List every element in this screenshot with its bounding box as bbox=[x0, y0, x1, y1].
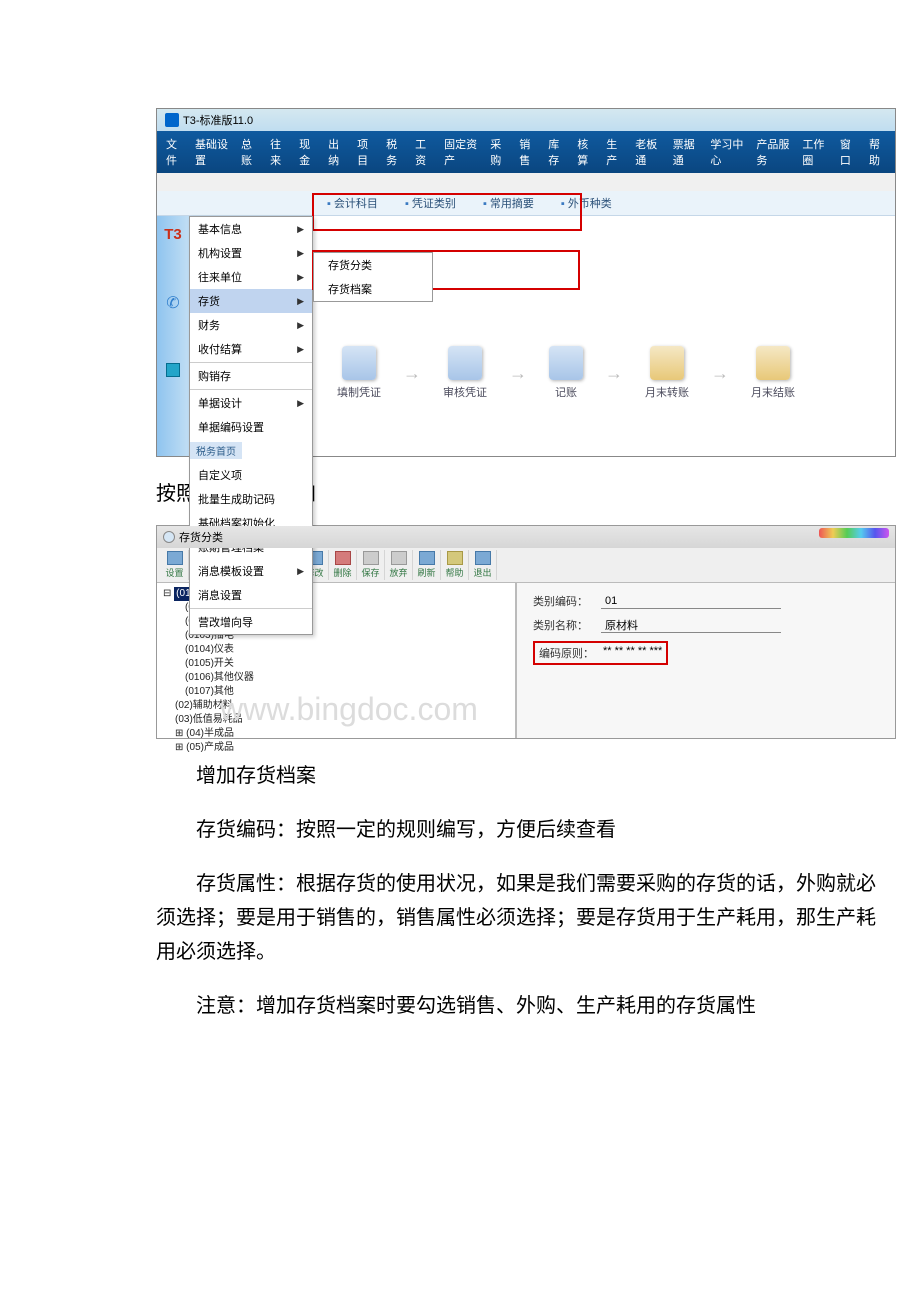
tree-node[interactable]: (0107)其他 bbox=[163, 685, 509, 699]
menu-workcircle[interactable]: 工作圈 bbox=[797, 134, 833, 170]
arrow-icon: → bbox=[509, 363, 527, 384]
workspace: T3 ✆ 基本信息▶ 机构设置▶ 往来单位▶ 存货▶ 财务▶ 收付结算▶ 购销存… bbox=[157, 216, 895, 456]
workflow: 填制凭证 → 审核凭证 → 记账 → 月末转账 → 月末结账 bbox=[337, 346, 795, 400]
logo-t3: T3 bbox=[164, 226, 182, 243]
step-post[interactable]: 记账 bbox=[549, 346, 583, 400]
menu-salary[interactable]: 工资 bbox=[410, 134, 437, 170]
paragraph-3: 存货编码：按照一定的规则编写，方便后续查看 bbox=[156, 813, 876, 847]
menu-file[interactable]: 文件 bbox=[161, 134, 188, 170]
phone-icon: ✆ bbox=[166, 293, 179, 313]
menu-gl[interactable]: 总账 bbox=[236, 134, 263, 170]
step-transfer[interactable]: 月末转账 bbox=[645, 346, 689, 400]
mi-inventory[interactable]: 存货▶ bbox=[190, 289, 312, 313]
rule-label: 编码原则： bbox=[539, 645, 597, 661]
mi-psi[interactable]: 购销存 bbox=[190, 364, 312, 388]
mi-form-design[interactable]: 单据设计▶ bbox=[190, 391, 312, 415]
submenu-category[interactable]: 存货分类 bbox=[314, 253, 432, 277]
tb-currency[interactable]: ▪外币种类 bbox=[561, 198, 612, 210]
mi-msg-tpl[interactable]: 消息模板设置▶ bbox=[190, 559, 312, 583]
magnifier-icon bbox=[163, 531, 175, 543]
category-form: 类别编码： 类别名称： 编码原则： ** ** ** ** *** bbox=[517, 583, 895, 738]
paragraph-5: 注意：增加存货档案时要勾选销售、外购、生产耗用的存货属性 bbox=[156, 989, 876, 1023]
menu-stock[interactable]: 库存 bbox=[543, 134, 570, 170]
tb-voucher[interactable]: ▪凭证类别 bbox=[405, 198, 456, 210]
menu-service[interactable]: 产品服务 bbox=[751, 134, 795, 170]
menu-base[interactable]: 基础设置 bbox=[190, 134, 234, 170]
tree-node[interactable]: (03)低值易耗品 bbox=[163, 713, 509, 727]
mi-custom[interactable]: 自定义项 bbox=[190, 463, 312, 487]
rule-value: ** ** ** ** *** bbox=[603, 645, 662, 661]
rainbow-bar bbox=[819, 528, 889, 538]
mi-finance[interactable]: 财务▶ bbox=[190, 313, 312, 337]
mi-org[interactable]: 机构设置▶ bbox=[190, 241, 312, 265]
btn-help[interactable]: 帮助 bbox=[441, 550, 469, 580]
tb-account[interactable]: ▪会计科目 bbox=[327, 198, 378, 210]
menu-fa[interactable]: 固定资产 bbox=[439, 134, 483, 170]
step-close[interactable]: 月末结账 bbox=[751, 346, 795, 400]
step-audit[interactable]: 审核凭证 bbox=[443, 346, 487, 400]
t3-app-window: T3-标准版11.0 文件 基础设置 总账 往来 现金 出纳 项目 税务 工资 … bbox=[156, 108, 896, 457]
tree-node[interactable]: ⊞ (05)产成品 bbox=[163, 741, 509, 755]
submenu-archive[interactable]: 存货档案 bbox=[314, 277, 432, 301]
tree-node[interactable]: (02)辅助材料 bbox=[163, 699, 509, 713]
tree-node[interactable]: (0106)其他仪器 bbox=[163, 671, 509, 685]
app-icon bbox=[165, 113, 179, 127]
bottom-tab[interactable]: 税务首页 bbox=[190, 442, 242, 459]
tree-node[interactable]: (0105)开关 bbox=[163, 657, 509, 671]
mi-vat-wizard[interactable]: 营改增向导 bbox=[190, 610, 312, 634]
mi-settle[interactable]: 收付结算▶ bbox=[190, 337, 312, 361]
menu-ar[interactable]: 往来 bbox=[265, 134, 292, 170]
left-sidebar[interactable]: T3 ✆ bbox=[157, 216, 189, 456]
arrow-icon: → bbox=[711, 363, 729, 384]
code-label: 类别编码： bbox=[533, 593, 591, 609]
mi-msg-set[interactable]: 消息设置 bbox=[190, 583, 312, 607]
menu-tax[interactable]: 税务 bbox=[381, 134, 408, 170]
mi-basic[interactable]: 基本信息▶ bbox=[190, 217, 312, 241]
menu-proj[interactable]: 项目 bbox=[352, 134, 379, 170]
rule-highlight: 编码原则： ** ** ** ** *** bbox=[533, 641, 668, 665]
mi-party[interactable]: 往来单位▶ bbox=[190, 265, 312, 289]
menu-learn[interactable]: 学习中心 bbox=[705, 134, 749, 170]
btn-save: 保存 bbox=[357, 550, 385, 580]
base-settings-dropdown[interactable]: 基本信息▶ 机构设置▶ 往来单位▶ 存货▶ 财务▶ 收付结算▶ 购销存 单据设计… bbox=[189, 216, 313, 635]
code-input[interactable] bbox=[601, 594, 781, 609]
name-label: 类别名称： bbox=[533, 617, 591, 633]
menu-cash[interactable]: 现金 bbox=[294, 134, 321, 170]
tb-summary[interactable]: ▪常用摘要 bbox=[483, 198, 534, 210]
cat-titlebar: 存货分类 bbox=[157, 526, 895, 548]
menu-cashier[interactable]: 出纳 bbox=[323, 134, 350, 170]
mi-batch-code[interactable]: 批量生成助记码 bbox=[190, 487, 312, 511]
menu-purchase[interactable]: 采购 bbox=[485, 134, 512, 170]
menu-acct[interactable]: 核算 bbox=[572, 134, 599, 170]
blank-toolbar bbox=[157, 173, 895, 191]
inventory-submenu[interactable]: 存货分类 存货档案 bbox=[313, 252, 433, 302]
square-icon bbox=[166, 363, 180, 377]
window-title: T3-标准版11.0 bbox=[183, 112, 253, 128]
paragraph-2: 增加存货档案 bbox=[156, 759, 876, 793]
menu-sales[interactable]: 销售 bbox=[514, 134, 541, 170]
paragraph-4: 存货属性：根据存货的使用状况，如果是我们需要采购的存货的话，外购就必须选择；要是… bbox=[156, 867, 876, 969]
menubar[interactable]: 文件 基础设置 总账 往来 现金 出纳 项目 税务 工资 固定资产 采购 销售 … bbox=[157, 131, 895, 173]
btn-cancel: 放弃 bbox=[385, 550, 413, 580]
cat-title-text: 存货分类 bbox=[179, 529, 223, 545]
btn-delete[interactable]: 删除 bbox=[329, 550, 357, 580]
menu-boss[interactable]: 老板通 bbox=[630, 134, 666, 170]
menu-bill[interactable]: 票据通 bbox=[668, 134, 704, 170]
quick-toolbar: ▪会计科目 ▪凭证类别 ▪常用摘要 ▪外币种类 bbox=[157, 191, 895, 216]
menu-help[interactable]: 帮助 bbox=[864, 134, 891, 170]
btn-refresh[interactable]: 刷新 bbox=[413, 550, 441, 580]
arrow-icon: → bbox=[403, 363, 421, 384]
step-fill[interactable]: 填制凭证 bbox=[337, 346, 381, 400]
mi-form-code[interactable]: 单据编码设置 bbox=[190, 415, 312, 439]
tree-node[interactable]: ⊞ (04)半成品 bbox=[163, 727, 509, 741]
name-input[interactable] bbox=[601, 618, 781, 633]
btn-set[interactable]: 设置 bbox=[161, 550, 189, 580]
menu-window[interactable]: 窗口 bbox=[835, 134, 862, 170]
menu-prod[interactable]: 生产 bbox=[601, 134, 628, 170]
btn-exit[interactable]: 退出 bbox=[469, 550, 497, 580]
titlebar: T3-标准版11.0 bbox=[157, 109, 895, 131]
tree-node[interactable]: (0104)仪表 bbox=[163, 643, 509, 657]
arrow-icon: → bbox=[605, 363, 623, 384]
